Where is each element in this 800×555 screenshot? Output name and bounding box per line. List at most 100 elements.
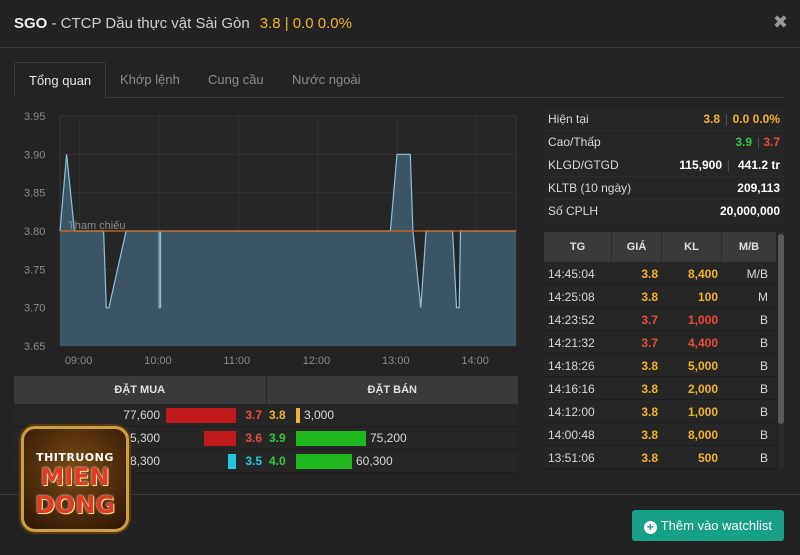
sell-volume-bar (296, 431, 366, 446)
trade-side: B (759, 428, 768, 442)
sell-price: 4.0 (269, 454, 286, 468)
stock-title: SGO - CTCP Dầu thực vật Sài Gòn 3.8 | 0.0… (14, 15, 352, 32)
trade-volume: 8,400 (687, 267, 718, 281)
trade-side: B (759, 336, 768, 350)
trade-row: 14:16:16 3.8 2,000 B (544, 377, 776, 400)
trade-side: M/B (746, 267, 768, 281)
price-chart-svg: 3.95 3.90 3.85 3.80 3.75 3.70 3.65 09:00 10:00 11… (24, 111, 517, 367)
buy-volume: 77,600 (123, 408, 160, 422)
trade-price: 3.8 (641, 267, 658, 281)
high-low-separator: | (756, 135, 760, 149)
trade-row: 14:23:52 3.7 1,000 B (544, 308, 776, 331)
trade-volume: 5,000 (687, 359, 718, 373)
col-price: GIÁ (612, 232, 662, 262)
tab-supply-demand[interactable]: Cung cầu (194, 62, 278, 98)
col-volume: KL (662, 232, 722, 262)
x-tick-label: 09:00 (65, 355, 93, 367)
trade-time: 14:16:16 (548, 382, 595, 396)
trade-price: 3.7 (641, 313, 658, 327)
buy-header: ĐẶT MUA (14, 376, 267, 404)
volume-label: KLGD/GTGD (548, 158, 619, 172)
trade-volume: 1,000 (687, 313, 718, 327)
sell-header: ĐẶT BÁN (367, 384, 418, 396)
info-row-volume: KLGD/GTGD 115,900 | 441.2 tr (544, 154, 784, 177)
x-tick-label: 12:00 (303, 355, 331, 367)
high-low-label: Cao/Thấp (548, 135, 601, 149)
trade-row: 14:18:26 3.8 5,000 B (544, 354, 776, 377)
company-name: - CTCP Dầu thực vật Sài Gòn (47, 15, 250, 32)
plus-circle-icon: + (643, 521, 657, 534)
trade-volume: 1,000 (687, 405, 718, 419)
shares-value: 20,000,000 (719, 204, 780, 218)
x-tick-label: 14:00 (461, 355, 489, 367)
y-tick-label: 3.80 (24, 226, 45, 238)
trade-volume: 500 (697, 451, 718, 465)
trade-scroll-thumb[interactable] (778, 234, 784, 424)
x-tick-label: 11:00 (223, 355, 250, 367)
trade-time: 14:25:08 (548, 290, 595, 304)
info-row-current: Hiện tại 3.8 | 0.0 0.0% (544, 108, 784, 131)
y-tick-label: 3.95 (24, 112, 45, 123)
buy-price: 3.7 (245, 408, 262, 422)
trade-value: 441.2 tr (737, 158, 780, 172)
avg-volume-label: KLTB (10 ngày) (548, 181, 632, 195)
sell-volume: 3,000 (304, 408, 335, 422)
stock-symbol: SGO (14, 15, 48, 32)
current-price: 3.8 (703, 112, 720, 126)
info-row-high-low: Cao/Thấp 3.9 | 3.7 (544, 131, 784, 154)
trade-time: 13:51:06 (548, 451, 595, 465)
x-tick-label: 13:00 (382, 355, 410, 367)
sell-price: 3.8 (269, 408, 286, 422)
close-icon[interactable]: ✖ (773, 12, 788, 33)
y-tick-label: 3.85 (24, 188, 45, 200)
stock-info-panel: Hiện tại 3.8 | 0.0 0.0% Cao/Thấp 3.9 | 3… (544, 108, 784, 223)
watchlist-button-label: Thêm vào watchlist (660, 518, 772, 533)
trade-volume: 100 (697, 290, 718, 304)
y-tick-label: 3.75 (24, 264, 45, 276)
stock-detail-modal: SGO - CTCP Dầu thực vật Sài Gòn 3.8 | 0.0… (0, 0, 800, 555)
sell-volume-bar (296, 408, 300, 423)
order-book-header: ĐẶT MUA ĐẶT BÁN (14, 376, 518, 404)
trade-row: 14:21:32 3.7 4,400 B (544, 331, 776, 354)
trade-price: 3.8 (641, 290, 658, 304)
current-change: 0.0 0.0% (732, 112, 780, 126)
sell-volume-bar (296, 454, 352, 469)
trade-time: 14:21:32 (548, 336, 595, 350)
high-value: 3.9 (735, 135, 752, 149)
trade-price: 3.8 (641, 428, 658, 442)
buy-volume-bar (228, 454, 236, 469)
trade-volume: 2,000 (687, 382, 718, 396)
tab-foreign[interactable]: Nước ngoài (278, 62, 375, 98)
tab-matched-orders[interactable]: Khớp lệnh (106, 62, 194, 98)
trade-time: 14:12:00 (548, 405, 595, 419)
trade-side: B (759, 451, 768, 465)
low-value: 3.7 (763, 135, 780, 149)
col-side: M/B (738, 241, 760, 253)
trade-history-header: TG GIÁ KL M/B (544, 232, 776, 262)
order-book-row: 77,600 3.7 3.8 3,000 (14, 404, 518, 427)
trade-row: 14:25:08 3.8 100 M (544, 285, 776, 308)
trade-side: B (759, 359, 768, 373)
price-summary: 3.8 | 0.0 0.0% (259, 15, 352, 32)
y-tick-label: 3.70 (24, 303, 45, 315)
trade-price: 3.7 (641, 336, 658, 350)
tab-bar: Tổng quan Khớp lệnh Cung cầu Nước ngoài (14, 62, 784, 98)
trade-row: 14:45:04 3.8 8,400 M/B (544, 262, 776, 285)
trade-volume: 8,000 (687, 428, 718, 442)
trade-side: M (758, 290, 768, 304)
sell-price: 3.9 (269, 431, 286, 445)
shares-label: Số CPLH (548, 204, 599, 218)
trade-price: 3.8 (641, 382, 658, 396)
volume-value: 115,900 (679, 158, 722, 172)
trade-time: 14:45:04 (548, 267, 595, 281)
tab-overview[interactable]: Tổng quan (14, 62, 107, 98)
y-tick-label: 3.90 (24, 149, 45, 161)
trade-side: B (759, 313, 768, 327)
trade-row: 13:51:06 3.8 500 B (544, 446, 776, 469)
col-time: TG (544, 232, 612, 262)
add-to-watchlist-button[interactable]: + Thêm vào watchlist (631, 510, 784, 541)
trade-side: B (759, 382, 768, 396)
trade-price: 3.8 (641, 451, 658, 465)
buy-price: 3.5 (245, 454, 262, 468)
sell-volume: 60,300 (356, 454, 393, 468)
